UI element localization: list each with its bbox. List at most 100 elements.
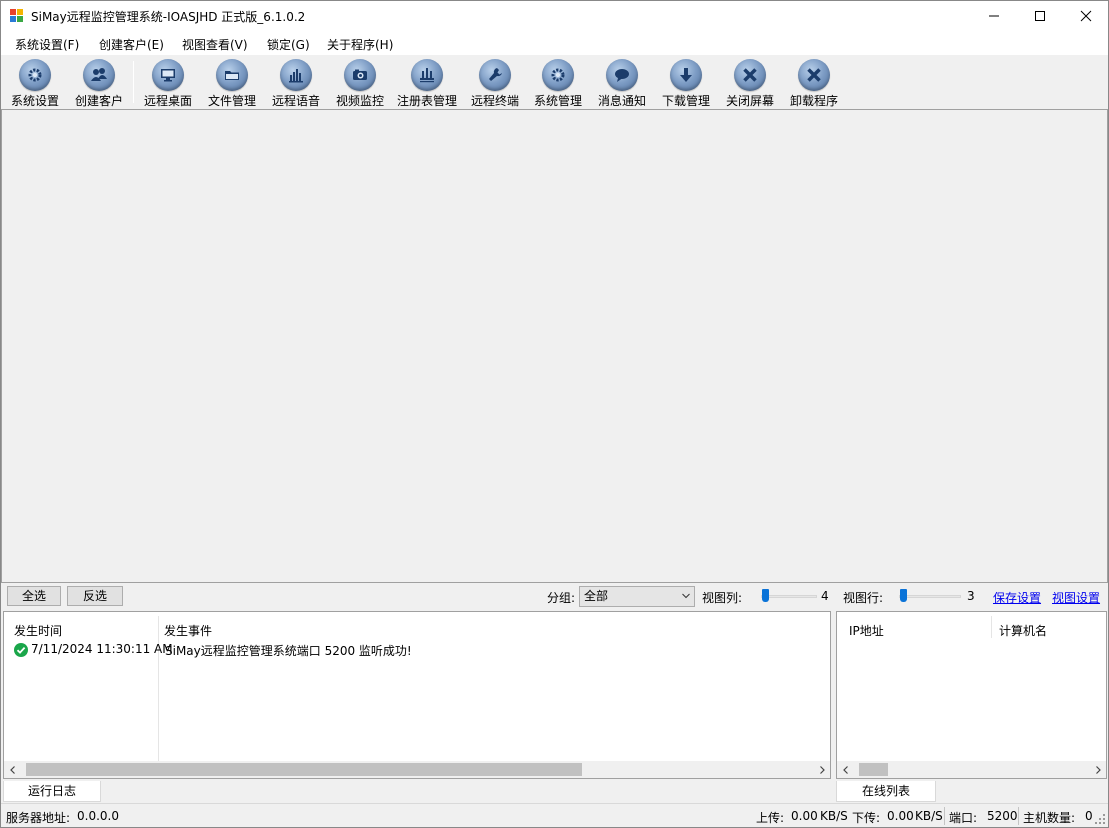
- slider-track: [899, 595, 961, 598]
- menu-about[interactable]: 关于程序(H): [327, 36, 393, 53]
- download-unit: KB/S: [915, 809, 943, 823]
- minimize-button[interactable]: [971, 1, 1017, 31]
- scroll-left-button[interactable]: [837, 761, 854, 778]
- upload-unit: KB/S: [820, 809, 848, 823]
- view-cols-label: 视图列:: [702, 591, 743, 605]
- group-label: 分组:: [547, 591, 576, 605]
- column-divider: [158, 616, 159, 762]
- invert-selection-button[interactable]: 反选: [67, 586, 123, 606]
- log-horizontal-scrollbar[interactable]: [4, 761, 830, 778]
- scroll-right-button[interactable]: [1089, 761, 1106, 778]
- view-rows-slider[interactable]: [899, 589, 961, 603]
- control-row: 全选 反选 分组: 全部 视图列: 4 视图行: 3 保存设置 视图设置: [1, 583, 1108, 609]
- view-settings-link[interactable]: 视图设置: [1052, 589, 1100, 606]
- camera-icon: [344, 59, 376, 91]
- close-x-icon: [734, 59, 766, 91]
- column-header-time[interactable]: 发生时间: [14, 622, 62, 639]
- folder-icon: [216, 59, 248, 91]
- menu-bar: 系统设置(F) 创建客户(E) 视图查看(V) 锁定(G) 关于程序(H): [1, 31, 1108, 55]
- view-cols-slider[interactable]: [761, 589, 817, 603]
- toolbar-video-monitor-button[interactable]: 视频监控: [327, 59, 393, 109]
- scroll-thumb[interactable]: [859, 763, 888, 776]
- audio-bars-icon: [280, 59, 312, 91]
- wrench-icon: [479, 59, 511, 91]
- close-icon: [1080, 10, 1092, 22]
- monitor-icon: [152, 59, 184, 91]
- menu-system-settings[interactable]: 系统设置(F): [15, 36, 79, 53]
- save-settings-link[interactable]: 保存设置: [993, 589, 1041, 606]
- column-divider: [991, 616, 992, 638]
- online-horizontal-scrollbar[interactable]: [837, 761, 1106, 778]
- desktop-view-area[interactable]: [1, 109, 1108, 583]
- scroll-left-button[interactable]: [4, 761, 21, 778]
- menu-create-client[interactable]: 创建客户(E): [99, 36, 164, 53]
- gear-icon: [19, 59, 51, 91]
- toolbar-close-screen-button[interactable]: 关闭屏幕: [717, 59, 783, 109]
- gear-icon: [542, 59, 574, 91]
- group-select[interactable]: 全部: [579, 586, 695, 607]
- maximize-button[interactable]: [1017, 1, 1063, 31]
- toolbar-create-client-button[interactable]: 创建客户: [66, 59, 132, 109]
- slider-thumb[interactable]: [900, 589, 907, 602]
- tab-online-list[interactable]: 在线列表: [836, 781, 936, 802]
- port-value: 5200: [987, 809, 1018, 823]
- chevron-left-icon: [9, 765, 15, 774]
- tab-run-log[interactable]: 运行日志: [3, 781, 101, 802]
- slider-thumb[interactable]: [762, 589, 769, 602]
- window-title: SiMay远程监控管理系统-IOASJHD 正式版_6.1.0.2: [31, 10, 306, 24]
- chevron-left-icon: [842, 765, 848, 774]
- download-value: 0.00: [887, 809, 914, 823]
- resize-grip-icon[interactable]: [1095, 814, 1105, 824]
- toolbar-remote-audio-button[interactable]: 远程语音: [263, 59, 329, 109]
- status-bar: 服务器地址: 0.0.0.0 上传: 0.00 KB/S 下传: 0.00 KB…: [1, 803, 1108, 827]
- toolbar-remote-desktop-button[interactable]: 远程桌面: [135, 59, 201, 109]
- close-button[interactable]: [1063, 1, 1109, 31]
- close-x-icon: [798, 59, 830, 91]
- app-window: SiMay远程监控管理系统-IOASJHD 正式版_6.1.0.2 系统设置(F…: [0, 0, 1109, 828]
- select-all-button[interactable]: 全选: [7, 586, 61, 606]
- success-check-icon: [14, 643, 28, 657]
- host-count-value: 0: [1085, 809, 1093, 823]
- log-event-cell: SiMay远程监控管理系统端口 5200 监听成功!: [165, 644, 412, 658]
- download-arrow-icon: [670, 59, 702, 91]
- status-divider: [944, 807, 945, 825]
- toolbar-system-settings-button[interactable]: 系统设置: [2, 59, 68, 109]
- title-bar: SiMay远程监控管理系统-IOASJHD 正式版_6.1.0.2: [1, 1, 1108, 31]
- log-time-cell: 7/11/2024 11:30:11 AM: [31, 642, 173, 656]
- app-logo-icon: [10, 9, 24, 23]
- slider-track: [761, 595, 817, 598]
- view-cols-value: 4: [821, 589, 829, 603]
- toolbar-uninstall-button[interactable]: 卸载程序: [781, 59, 847, 109]
- status-divider: [1018, 807, 1019, 825]
- toolbar-message-notify-button[interactable]: 消息通知: [589, 59, 655, 109]
- upload-value: 0.00: [791, 809, 818, 823]
- scroll-right-button[interactable]: [813, 761, 830, 778]
- host-count-label: 主机数量:: [1023, 811, 1076, 825]
- maximize-icon: [1035, 11, 1045, 21]
- scroll-thumb[interactable]: [26, 763, 582, 776]
- chevron-down-icon: [682, 593, 690, 599]
- registry-icon: [411, 59, 443, 91]
- minimize-icon: [989, 15, 999, 17]
- column-header-ip[interactable]: IP地址: [849, 622, 884, 639]
- group-select-value: 全部: [584, 589, 609, 603]
- server-address-label: 服务器地址:: [6, 811, 71, 825]
- menu-view[interactable]: 视图查看(V): [182, 36, 248, 53]
- upload-label: 上传:: [756, 811, 785, 825]
- online-list[interactable]: IP地址 计算机名: [836, 611, 1107, 779]
- toolbar-download-manager-button[interactable]: 下载管理: [653, 59, 719, 109]
- view-rows-label: 视图行:: [843, 591, 884, 605]
- toolbar-file-manager-button[interactable]: 文件管理: [199, 59, 265, 109]
- chevron-right-icon: [819, 765, 825, 774]
- download-label: 下传:: [852, 811, 881, 825]
- toolbar-registry-manager-button[interactable]: 注册表管理: [394, 59, 460, 109]
- view-rows-value: 3: [967, 589, 975, 603]
- log-list[interactable]: 发生时间 发生事件 7/11/2024 11:30:11 AM SiMay远程监…: [3, 611, 831, 779]
- toolbar: 系统设置 创建客户 远程桌面 文件管理 远程语音 视频监控 注册表管理 远程终端…: [1, 55, 1108, 109]
- menu-lock[interactable]: 锁定(G): [267, 36, 310, 53]
- column-header-event[interactable]: 发生事件: [164, 622, 212, 639]
- toolbar-system-manager-button[interactable]: 系统管理: [525, 59, 591, 109]
- column-header-computer-name[interactable]: 计算机名: [999, 622, 1047, 639]
- toolbar-separator: [133, 61, 134, 103]
- speech-bubble-icon: [606, 59, 638, 91]
